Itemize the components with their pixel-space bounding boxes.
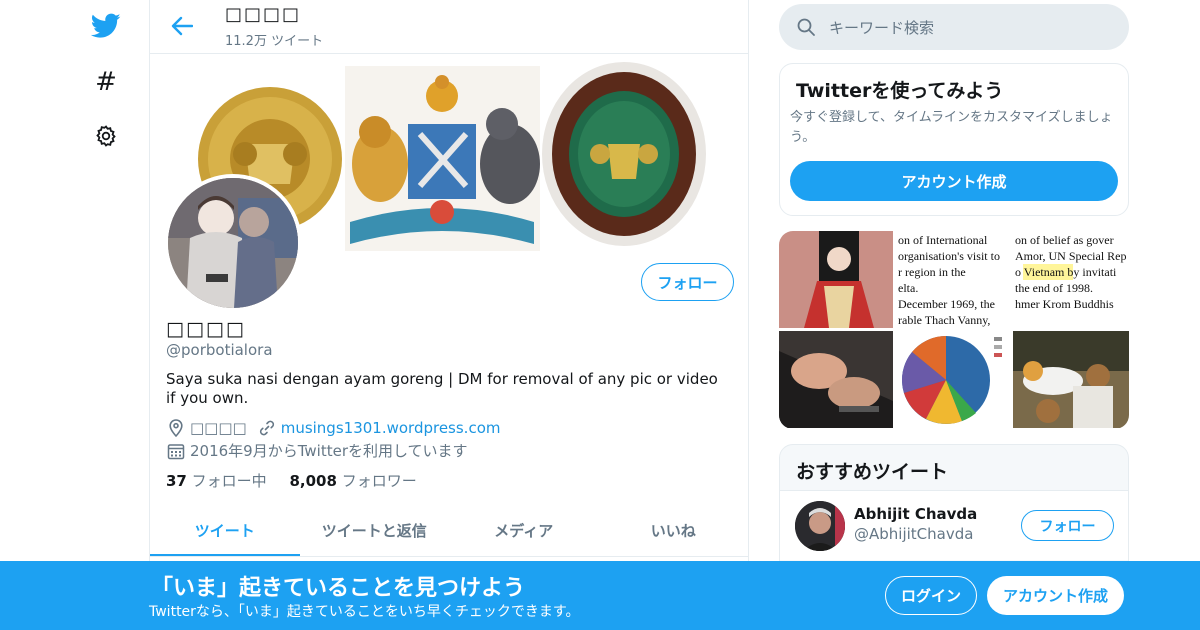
tab-media[interactable]: メディア [449, 505, 599, 556]
profile-bio: Saya suka nasi dengan ayam goreng | DM f… [166, 370, 718, 407]
signup-card-title: Twitterを使ってみよう [796, 80, 1004, 102]
following-link[interactable]: 37 フォロー中 [166, 472, 267, 490]
profile-joined-row: 2016年9月からTwitterを利用しています [166, 440, 468, 461]
recommended-follow-button[interactable]: フォロー [1021, 510, 1114, 541]
media-thumb[interactable]: on of International organisation's visit… [896, 231, 1010, 328]
search-icon [795, 16, 817, 38]
thumb-text-line: o Vietnam by invitati [1015, 264, 1127, 280]
profile-joined-date: 2016年9月からTwitterを利用しています [190, 442, 468, 460]
signup-prompt-bar: 「いま」起きていることを見つけよう Twitterなら、「いま」起きていることを… [0, 561, 1200, 630]
profile-tabs: ツイート ツイートと返信 メディア いいね [150, 505, 748, 557]
following-label: フォロー中 [191, 472, 267, 490]
signup-card: Twitterを使ってみよう 今すぐ登録して、タイムラインをカスタマイズしましょ… [779, 63, 1129, 216]
thumb-text-line: on of belief as gover [1015, 233, 1114, 247]
media-thumb[interactable]: on of belief as gover Amor, UN Special R… [1013, 231, 1129, 328]
recommended-user-row[interactable]: Abhijit Chavda @AbhijitChavda フォロー [780, 490, 1128, 560]
header-tweet-count: 11.2万 ツイート [225, 34, 324, 49]
hashtag-icon[interactable]: # [86, 62, 126, 102]
create-account-button[interactable]: アカウント作成 [790, 161, 1118, 201]
profile-header: □□□□ 11.2万 ツイート [150, 0, 748, 54]
left-nav: # [0, 0, 150, 630]
profile-location: □□□□ [190, 419, 247, 437]
calendar-icon [166, 441, 186, 461]
location-pin-icon [166, 418, 186, 438]
profile-column: □□□□ 11.2万 ツイート フォロー □□□□ @porbotialora … [149, 0, 749, 630]
media-thumb[interactable] [1013, 331, 1129, 428]
thumb-text-line: organisation's visit to [898, 249, 1000, 263]
recommended-user-name[interactable]: Abhijit Chavda [854, 505, 977, 523]
profile-website-link[interactable]: musings1301.wordpress.com [281, 419, 501, 437]
media-gallery: on of International organisation's visit… [779, 231, 1129, 429]
signup-card-description: 今すぐ登録して、タイムラインをカスタマイズしましょう。 [790, 110, 1113, 145]
recommended-tweets-card: おすすめツイート Abhijit Chavda @AbhijitChavda フ… [779, 444, 1129, 574]
recommended-user-avatar[interactable] [795, 501, 845, 551]
signup-button[interactable]: アカウント作成 [987, 576, 1124, 615]
followers-label: フォロワー [341, 472, 417, 490]
tab-likes[interactable]: いいね [599, 505, 749, 556]
link-icon [257, 418, 277, 438]
media-thumb[interactable] [779, 331, 893, 428]
thumb-text-line: elta. [898, 281, 919, 295]
prompt-subtitle: Twitterなら、「いま」起きていることをいち早くチェックできます。 [149, 604, 580, 620]
profile-meta-row: □□□□ musings1301.wordpress.com [166, 418, 500, 438]
thumb-text-line: on of International [898, 233, 988, 247]
thumb-text-line: rable Thach Vanny, [898, 313, 991, 327]
login-button[interactable]: ログイン [885, 576, 977, 615]
followers-link[interactable]: 8,008 フォロワー [289, 472, 416, 490]
thumb-text-line: r region in the [898, 265, 966, 279]
prompt-title: 「いま」起きていることを見つけよう [151, 576, 526, 601]
tab-tweets[interactable]: ツイート [150, 505, 300, 556]
tab-tweets-and-replies[interactable]: ツイートと返信 [300, 505, 450, 556]
thumb-text-line: hmer Krom Buddhis [1015, 297, 1114, 311]
twitter-bird-icon[interactable] [86, 6, 126, 46]
thumb-text-line: the end of 1998. [1015, 281, 1093, 295]
media-thumb[interactable] [779, 231, 893, 328]
thumb-text-line: Amor, UN Special Rep [1015, 249, 1127, 263]
recommended-title: おすすめツイート [796, 461, 949, 483]
recommended-user-handle: @AbhijitChavda [854, 525, 974, 543]
profile-avatar[interactable] [164, 174, 302, 312]
search-box[interactable]: キーワード検索 [779, 4, 1129, 50]
profile-stats: 37 フォロー中 8,008 フォロワー [166, 470, 417, 491]
gear-icon[interactable] [86, 116, 126, 156]
media-thumb[interactable] [896, 331, 1010, 428]
profile-display-name: □□□□ [166, 318, 246, 340]
thumb-text-line: December 1969, the [898, 297, 995, 311]
search-placeholder: キーワード検索 [829, 18, 935, 37]
follow-button[interactable]: フォロー [641, 263, 734, 301]
followers-count: 8,008 [289, 472, 337, 490]
twitter-profile-page: # □□□□ 11.2万 ツイート フォロー □□□□ @porbotialor… [0, 0, 1200, 630]
following-count: 37 [166, 472, 187, 490]
profile-handle: @porbotialora [166, 341, 273, 359]
header-display-name: □□□□ [225, 4, 302, 25]
back-arrow-icon[interactable] [168, 12, 196, 40]
